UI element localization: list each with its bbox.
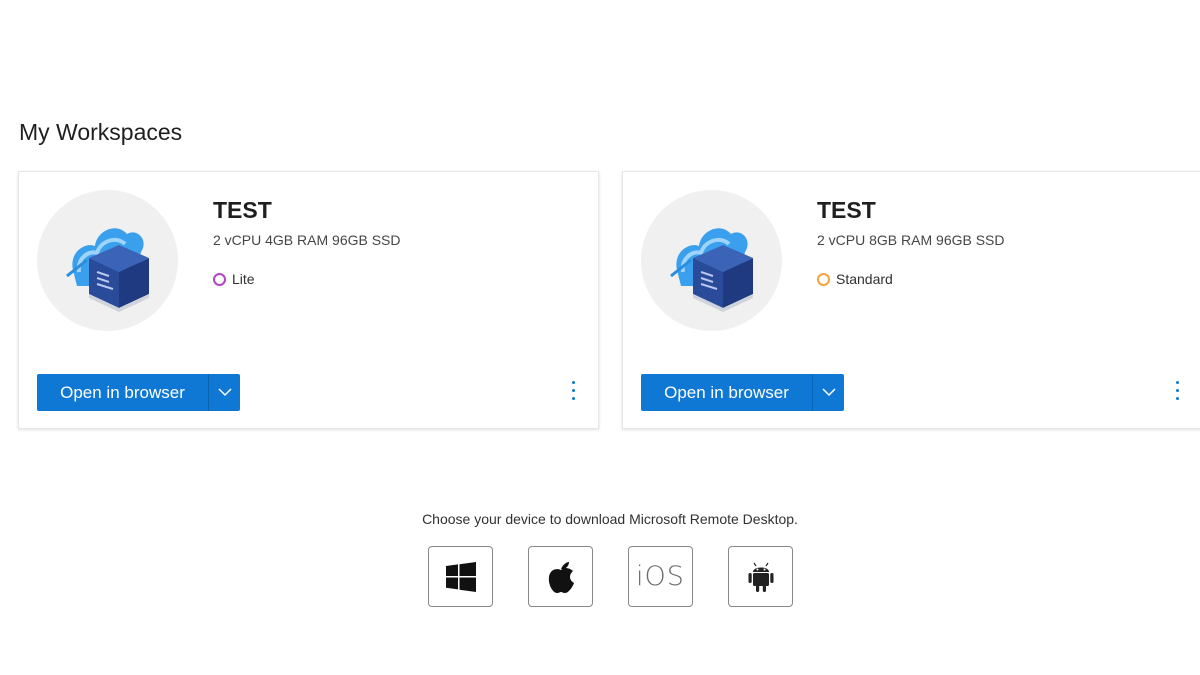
tier-label: Standard (836, 271, 893, 287)
chevron-down-icon (217, 388, 232, 397)
more-dot (1175, 396, 1179, 400)
page-title: My Workspaces (19, 119, 183, 145)
open-options-dropdown[interactable] (208, 374, 240, 411)
open-split-button: Open in browser (641, 374, 844, 411)
workspace-spec: 2 vCPU 4GB RAM 96GB SSD (213, 232, 401, 248)
workspace-tier: Standard (817, 271, 893, 287)
chevron-down-icon (821, 388, 836, 397)
workspace-name: TEST (817, 197, 876, 223)
open-options-dropdown[interactable] (812, 374, 844, 411)
tier-indicator-icon (817, 272, 830, 286)
ios-download-button[interactable]: iOS (628, 546, 693, 607)
workspace-card: TEST 2 vCPU 8GB RAM 96GB SSD Standard Op… (622, 171, 1200, 429)
workspace-card: TEST 2 vCPU 4GB RAM 96GB SSD Lite Open i… (18, 171, 599, 429)
cloud-server-icon (66, 228, 149, 312)
tier-indicator-icon (213, 272, 226, 286)
more-dot (571, 396, 575, 400)
ios-icon: iOS (636, 561, 685, 592)
android-icon (748, 562, 773, 592)
more-options-button[interactable] (565, 376, 581, 404)
open-in-browser-button[interactable]: Open in browser (641, 374, 812, 411)
apple-icon (548, 561, 574, 593)
workspace-name: TEST (213, 197, 272, 223)
workspace-avatar (641, 190, 782, 331)
more-dots-icon (571, 380, 575, 384)
more-options-button[interactable] (1169, 376, 1185, 404)
open-split-button: Open in browser (37, 374, 240, 411)
more-dot (571, 388, 575, 392)
workspace-tier: Lite (213, 271, 255, 287)
open-in-browser-button[interactable]: Open in browser (37, 374, 208, 411)
mac-download-button[interactable] (528, 546, 593, 607)
windows-icon (445, 561, 476, 592)
more-dot (1175, 388, 1179, 392)
cloud-server-icon (670, 228, 753, 312)
windows-download-button[interactable] (428, 546, 493, 607)
more-dots-icon (1175, 380, 1179, 384)
workspace-spec: 2 vCPU 8GB RAM 96GB SSD (817, 232, 1005, 248)
workspace-avatar (37, 190, 178, 331)
android-download-button[interactable] (728, 546, 793, 607)
download-instructions: Choose your device to download Microsoft… (422, 511, 798, 527)
device-download-list: iOS (428, 546, 793, 607)
workspaces-page: My Workspaces TEST 2 vCPU 4GB RAM 96GB S… (0, 0, 1200, 675)
tier-label: Lite (232, 271, 255, 287)
